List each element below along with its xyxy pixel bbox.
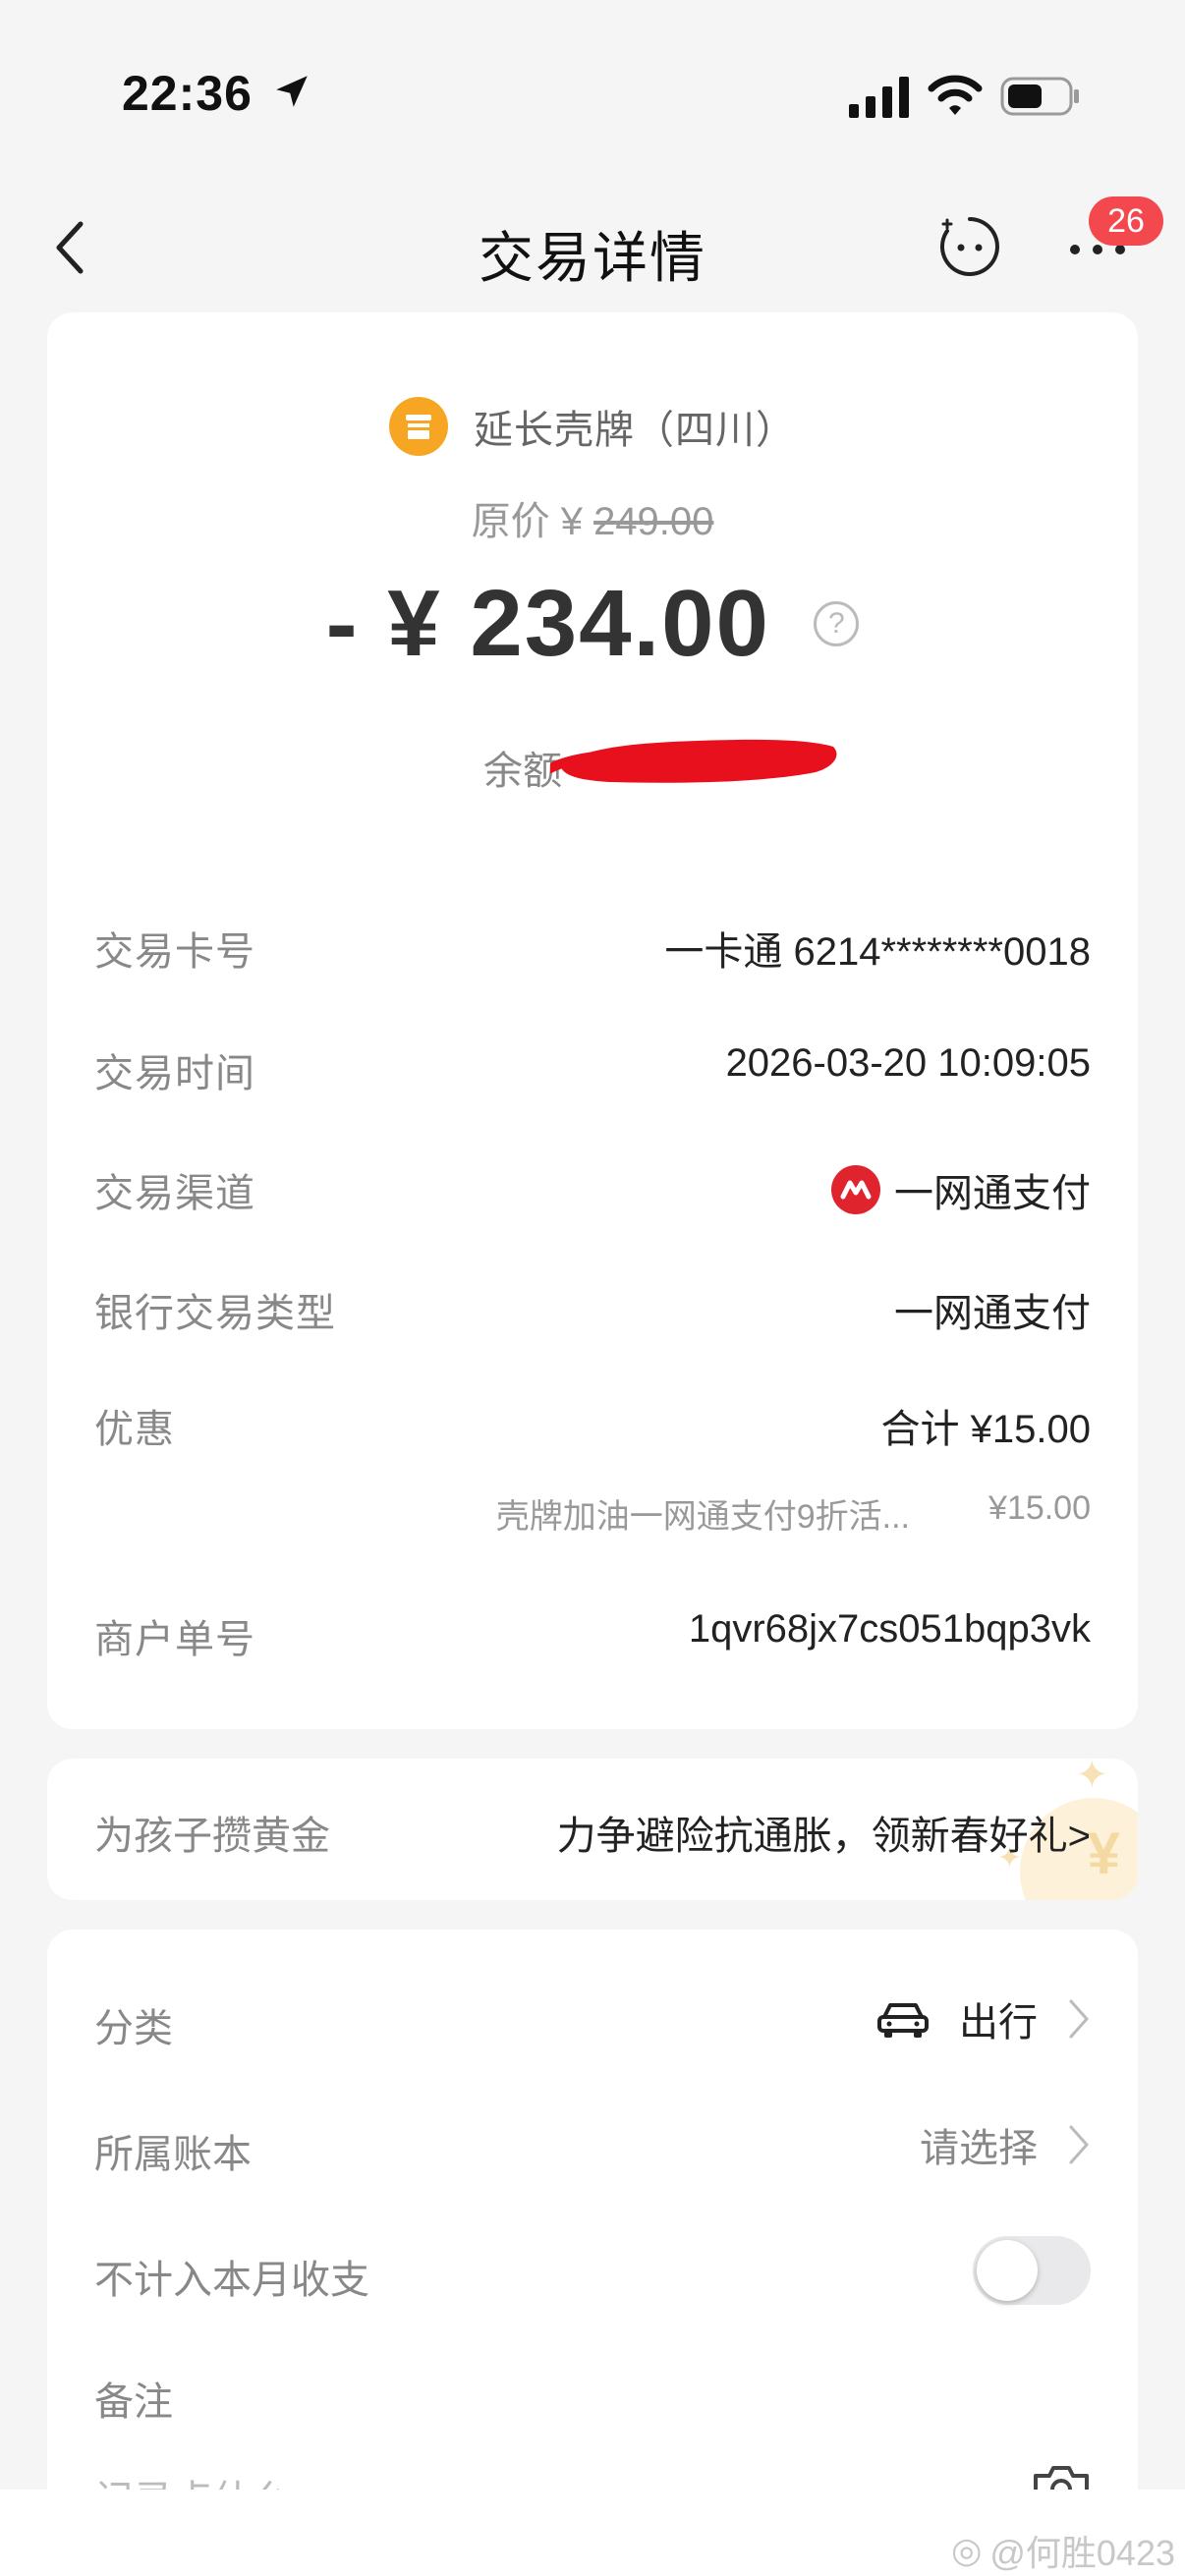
discount-amount: ¥15.00 — [988, 1489, 1091, 1527]
detail-row-merchant-order: 商户单号 1qvr68jx7cs051bqp3vk — [94, 1607, 1091, 1666]
detail-row-discount: 优惠 合计 ¥15.00 — [94, 1397, 1091, 1456]
detail-label: 优惠 — [94, 1408, 175, 1451]
detail-row-channel: 交易渠道 一网通支付 — [94, 1161, 1091, 1220]
store-icon — [389, 397, 448, 456]
original-price-label: 原价 ¥ — [471, 500, 594, 543]
original-price: 原价 ¥ 249.00 — [47, 489, 1138, 546]
promo-link[interactable]: 力争避险抗通胀，领新春好礼> — [557, 1804, 1091, 1861]
detail-value: 一网通支付 — [894, 1292, 1091, 1335]
redaction-scribble — [550, 739, 837, 783]
settings-card: 分类 出行 所属账本 请选择 不计入本月收支 备注 — [47, 1930, 1138, 2576]
detail-row-bank-type: 银行交易类型 一网通支付 — [94, 1281, 1091, 1340]
note-label: 备注 — [94, 2380, 173, 2424]
ledger-row[interactable]: 所属账本 请选择 — [94, 2110, 1091, 2179]
signal-icon — [849, 77, 909, 118]
gold-promo-banner[interactable]: ✦ ✦ ¥ 为孩子攒黄金 力争避险抗通胀，领新春好礼> — [47, 1759, 1138, 1900]
detail-value: 2026-03-20 10:09:05 — [725, 1041, 1091, 1085]
exclude-toggle[interactable] — [973, 2236, 1091, 2305]
transaction-card: 延长壳牌（四川） 原价 ¥ 249.00 - ¥ 234.00 ? 余额 交易卡… — [47, 312, 1138, 1729]
detail-value[interactable]: 1qvr68jx7cs051bqp3vk — [689, 1607, 1091, 1652]
toggle-knob — [977, 2240, 1038, 2301]
location-arrow-icon — [276, 76, 308, 107]
detail-label: 交易时间 — [94, 1052, 255, 1095]
page-title: 交易详情 — [479, 227, 706, 289]
category-value: 出行 — [959, 2001, 1038, 2044]
merchant-row: 延长壳牌（四川） — [47, 397, 1138, 456]
detail-row-time: 交易时间 2026-03-20 10:09:05 — [94, 1041, 1091, 1100]
sparkle-icon: ✦ — [1075, 1759, 1108, 1797]
car-icon — [877, 2003, 929, 2038]
detail-label: 交易卡号 — [94, 930, 255, 974]
transaction-amount: - ¥ 234.00 — [325, 571, 770, 676]
exclude-month-row: 不计入本月收支 — [94, 2236, 1091, 2305]
merchant-name: 延长壳牌（四川） — [474, 409, 796, 452]
note-row[interactable]: 备注 — [94, 2358, 1091, 2427]
detail-value: 一卡通 6214********0018 — [664, 930, 1091, 974]
exclude-label: 不计入本月收支 — [94, 2259, 369, 2302]
assistant-face-icon[interactable] — [937, 214, 1002, 279]
detail-label: 商户单号 — [94, 1618, 255, 1661]
help-icon[interactable]: ? — [814, 601, 860, 646]
weibo-icon: ◎ — [950, 2530, 983, 2570]
coin-yen-glyph: ¥ — [1087, 1820, 1120, 1886]
discount-desc: 壳牌加油一网通支付9折活... — [495, 1498, 910, 1536]
category-row[interactable]: 分类 出行 — [94, 1985, 1091, 2053]
wifi-icon — [928, 75, 983, 115]
notification-badge: 26 — [1089, 196, 1163, 246]
chevron-right-icon — [1069, 2125, 1090, 2164]
original-price-value: 249.00 — [593, 500, 714, 543]
ledger-label: 所属账本 — [94, 2133, 252, 2176]
discount-item-row: 壳牌加油一网通支付9折活... ¥15.00 — [94, 1489, 1091, 1539]
status-bar: 22:36 — [0, 0, 1185, 177]
battery-icon — [1000, 77, 1079, 116]
amount-row: - ¥ 234.00 ? — [47, 570, 1138, 678]
detail-row-card-number: 交易卡号 一卡通 6214********0018 — [94, 920, 1091, 979]
detail-label: 银行交易类型 — [94, 1292, 336, 1335]
ledger-value: 请选择 — [920, 2127, 1038, 2170]
chevron-right-icon — [1069, 1999, 1090, 2039]
detail-value: 一网通支付 — [894, 1172, 1091, 1215]
promo-label: 为孩子攒黄金 — [94, 1815, 330, 1858]
detail-value: 合计 ¥15.00 — [880, 1408, 1091, 1451]
watermark: ◎ @何胜0423 — [951, 2525, 1175, 2576]
transaction-detail-page: 22:36 交易详情 26 延长壳牌（四川） 原价 ¥ 249.00 - ¥ 2… — [0, 0, 1185, 2576]
category-label: 分类 — [94, 2007, 173, 2050]
detail-label: 交易渠道 — [94, 1172, 255, 1215]
status-time: 22:36 — [122, 66, 253, 121]
watermark-text: @何胜0423 — [989, 2533, 1175, 2573]
netpay-logo-icon — [831, 1165, 880, 1214]
